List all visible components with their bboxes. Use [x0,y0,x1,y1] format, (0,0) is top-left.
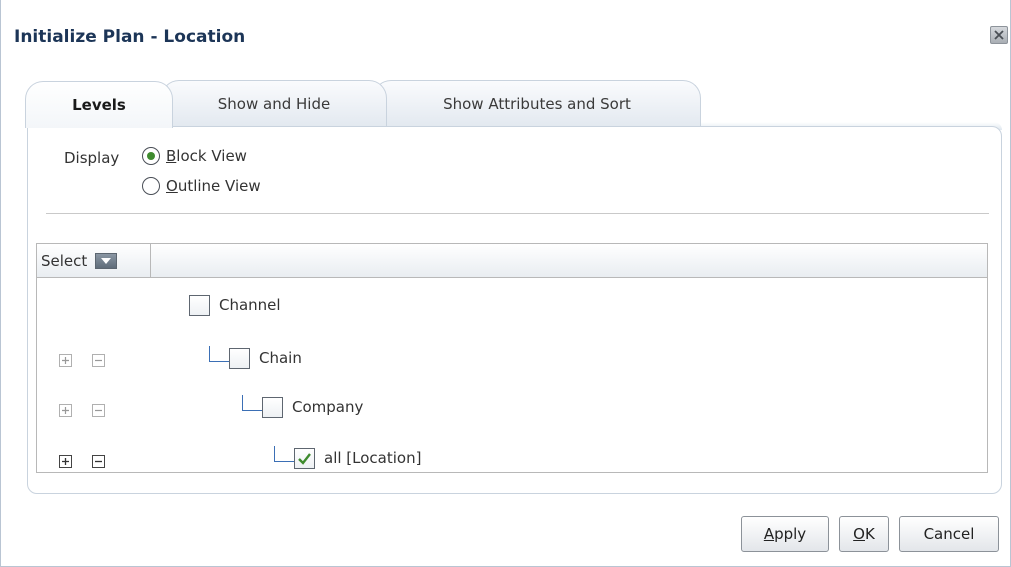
outline-view-radio[interactable]: Outline View [142,177,261,195]
tree-connector-icon [274,446,294,462]
radio-unselected-icon[interactable] [142,177,160,195]
dialog-title: Initialize Plan - Location [14,27,246,47]
node-label: Company [292,398,364,416]
outline-view-label: Outline View [166,177,261,195]
radio-selected-icon[interactable] [142,147,160,165]
tab-label: Show Attributes and Sort [443,94,631,113]
chain-checkbox[interactable] [229,347,250,369]
tree-node-channel: Channel [189,291,281,319]
apply-label: Apply [763,525,807,543]
tree-connector-icon [209,346,229,362]
checkmark-icon [298,452,311,465]
all-location-checkbox[interactable] [294,447,315,469]
levels-panel: Display Block View Outline View Select C… [27,126,1002,494]
apply-button[interactable]: Apply [741,516,829,552]
company-checkbox[interactable] [262,396,283,418]
close-icon [994,30,1004,40]
tree-node-all-location: all [Location] [274,444,421,472]
channel-checkbox[interactable] [189,294,210,316]
tab-label: Levels [72,96,126,114]
tab-bar: Show Attributes and Sort Show and Hide L… [1,80,1011,128]
collapse-icon[interactable] [92,354,105,367]
dropdown-arrow-icon[interactable] [95,252,118,269]
collapse-icon[interactable] [92,455,105,468]
expand-icon[interactable] [59,354,72,367]
expand-icon[interactable] [59,455,72,468]
tree-connector-icon [242,395,262,411]
close-button[interactable] [990,26,1008,44]
initialize-plan-dialog: Initialize Plan - Location Show Attribut… [0,0,1011,567]
tab-levels[interactable]: Levels [25,81,173,128]
expand-icon[interactable] [59,404,72,417]
tab-show-attributes-and-sort[interactable]: Show Attributes and Sort [373,80,701,126]
tab-show-and-hide[interactable]: Show and Hide [161,80,387,126]
block-view-radio[interactable]: Block View [142,147,247,165]
select-label: Select [41,251,88,270]
node-label: Channel [219,296,281,314]
select-menu[interactable]: Select [37,244,151,277]
ok-label: OK [853,525,875,543]
collapse-icon[interactable] [92,404,105,417]
table-header: Select [37,244,987,278]
levels-tree-table: Select Channel Chain Company all [Locati… [36,243,988,473]
tab-label: Show and Hide [217,94,331,113]
tree-node-company: Company [242,393,363,421]
ok-button[interactable]: OK [839,516,889,552]
tree-node-chain: Chain [209,344,302,372]
display-label: Display [64,149,120,167]
node-label: all [Location] [324,449,422,467]
cancel-button[interactable]: Cancel [899,516,999,552]
separator [46,213,989,214]
block-view-label: Block View [166,147,247,165]
node-label: Chain [259,349,302,367]
